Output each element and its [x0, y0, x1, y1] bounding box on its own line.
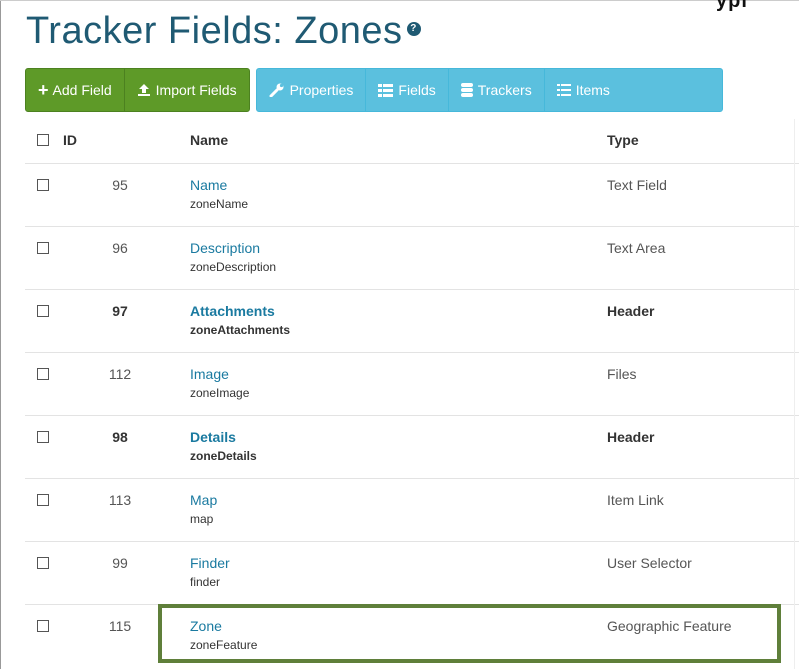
field-name-cell: Name zoneName — [190, 177, 248, 211]
frame-border-top — [0, 0, 799, 1]
field-type: Files — [607, 366, 637, 382]
column-header-id[interactable]: ID — [63, 132, 77, 148]
field-type: User Selector — [607, 555, 692, 571]
wrench-icon — [269, 83, 284, 97]
field-permname: zoneDetails — [190, 449, 257, 463]
upload-icon — [137, 84, 150, 96]
field-name-link[interactable]: Details — [190, 429, 257, 445]
items-label: Items — [575, 82, 610, 98]
field-name-link[interactable]: Attachments — [190, 303, 290, 319]
field-name-cell: Zone zoneFeature — [190, 618, 257, 652]
field-id: 99 — [112, 555, 128, 571]
page-title-text: Tracker Fields: Zones — [26, 10, 403, 52]
fields-button[interactable]: Fields — [365, 69, 447, 111]
field-type: Geographic Feature — [607, 618, 732, 634]
toolbar: + Add Field Import Fields Properties Fie… — [25, 68, 723, 112]
field-id: 115 — [108, 618, 132, 634]
properties-button[interactable]: Properties — [257, 69, 366, 111]
field-permname: finder — [190, 575, 221, 589]
field-permname: zoneAttachments — [190, 323, 291, 337]
table-row: 115 Zone zoneFeature Geographic Feature — [25, 604, 799, 667]
field-permname: map — [190, 512, 214, 526]
row-checkbox[interactable] — [37, 431, 49, 443]
table-row: 99 Finder finder User Selector — [25, 541, 799, 604]
row-checkbox[interactable] — [37, 620, 49, 632]
field-name-link[interactable]: Map — [190, 492, 217, 508]
row-checkbox[interactable] — [37, 494, 49, 506]
import-fields-label: Import Fields — [155, 82, 237, 98]
row-checkbox[interactable] — [37, 242, 49, 254]
field-name-cell: Attachments zoneAttachments — [190, 303, 290, 337]
field-actions-group: + Add Field Import Fields — [25, 68, 250, 112]
trackers-label: Trackers — [477, 82, 532, 98]
row-checkbox[interactable] — [37, 557, 49, 569]
table-row: 95 Name zoneName Text Field — [25, 163, 799, 226]
field-name-link[interactable]: Zone — [190, 618, 257, 634]
field-name-link[interactable]: Image — [190, 366, 249, 382]
row-checkbox[interactable] — [37, 179, 49, 191]
table-header: ID Name Type — [25, 119, 799, 163]
field-id: 97 — [112, 303, 128, 319]
table-row: 97 Attachments zoneAttachments Header — [25, 289, 799, 352]
column-header-name[interactable]: Name — [190, 132, 228, 148]
field-id: 113 — [108, 492, 132, 508]
field-type: Text Area — [607, 240, 666, 256]
field-name-link[interactable]: Finder — [190, 555, 230, 571]
field-name-link[interactable]: Description — [190, 240, 276, 256]
table-icon — [378, 83, 394, 97]
field-name-cell: Description zoneDescription — [190, 240, 276, 274]
table-row: 96 Description zoneDescription Text Area — [25, 226, 799, 289]
select-all-checkbox[interactable] — [37, 134, 49, 146]
field-permname: zoneFeature — [190, 638, 258, 652]
field-permname: zoneImage — [190, 386, 250, 400]
page-title: Tracker Fields: Zones? — [26, 10, 421, 53]
plus-icon: + — [38, 80, 49, 100]
row-checkbox[interactable] — [37, 368, 49, 380]
field-type: Header — [607, 429, 655, 445]
clipped-heading-text: ypi — [716, 0, 748, 12]
column-header-type[interactable]: Type — [607, 132, 639, 148]
fields-table: ID Name Type 95 Name zoneName Text Field… — [25, 119, 799, 667]
field-id: 96 — [112, 240, 128, 256]
table-row: 98 Details zoneDetails Header — [25, 415, 799, 478]
field-permname: zoneDescription — [190, 260, 277, 274]
field-id: 95 — [112, 177, 128, 193]
table-right-border — [794, 119, 795, 669]
row-checkbox[interactable] — [37, 305, 49, 317]
add-field-label: Add Field — [52, 82, 112, 98]
fields-label: Fields — [398, 82, 436, 98]
field-id: 112 — [108, 366, 132, 382]
table-row: 112 Image zoneImage Files — [25, 352, 799, 415]
question-circle-icon[interactable]: ? — [406, 21, 421, 36]
field-type: Text Field — [607, 177, 667, 193]
field-id: 98 — [112, 429, 128, 445]
properties-label: Properties — [289, 82, 354, 98]
table-row: 113 Map map Item Link — [25, 478, 799, 541]
field-type: Item Link — [607, 492, 664, 508]
field-name-link[interactable]: Name — [190, 177, 248, 193]
database-icon — [460, 83, 473, 97]
field-name-cell: Details zoneDetails — [190, 429, 257, 463]
add-field-button[interactable]: + Add Field — [26, 69, 124, 111]
items-button[interactable]: Items — [543, 69, 622, 111]
field-name-cell: Image zoneImage — [190, 366, 249, 400]
trackers-button[interactable]: Trackers — [447, 69, 544, 111]
import-fields-button[interactable]: Import Fields — [123, 69, 249, 111]
field-permname: zoneName — [190, 197, 249, 211]
frame-border-left — [0, 0, 1, 669]
field-type: Header — [607, 303, 655, 319]
field-name-cell: Finder finder — [190, 555, 230, 589]
tracker-nav-group: Properties Fields Trackers Items — [255, 68, 723, 112]
list-icon — [556, 84, 571, 96]
field-name-cell: Map map — [190, 492, 217, 526]
